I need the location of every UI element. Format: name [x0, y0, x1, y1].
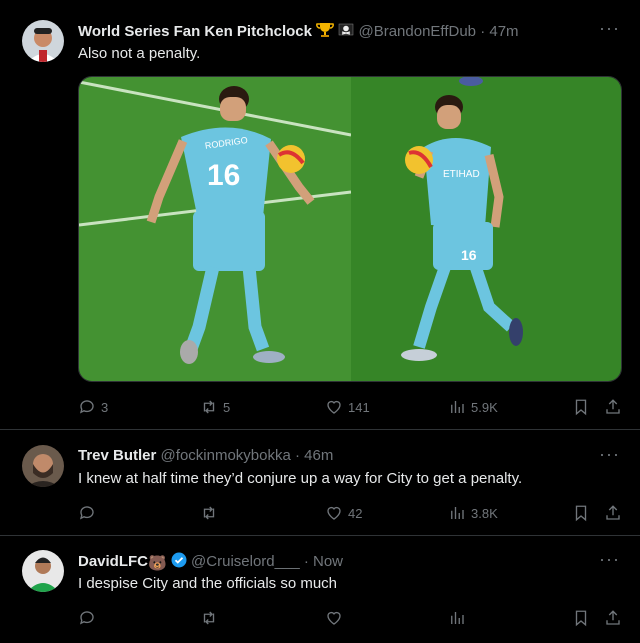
more-options-icon[interactable]: ··· — [599, 444, 620, 465]
views-button[interactable] — [448, 607, 471, 629]
right-shorts-number: 16 — [461, 247, 477, 263]
handle[interactable]: @BrandonEffDub — [358, 23, 476, 40]
views-button[interactable]: 5.9K — [448, 396, 498, 418]
timestamp[interactable]: · 47m — [480, 23, 518, 40]
like-count: 141 — [348, 399, 370, 415]
handle[interactable]: @Cruiselord___ — [191, 553, 300, 570]
tweet-header: World Series Fan Ken Pitchclock @Brandon… — [78, 22, 519, 42]
avatar[interactable] — [22, 445, 64, 487]
views-count: 5.9K — [471, 399, 498, 415]
tweet-header: DavidLFC🐻 @Cruiselord___ · Now — [78, 552, 343, 572]
bookmark-button[interactable] — [572, 502, 595, 524]
display-name[interactable]: DavidLFC — [78, 553, 148, 570]
timestamp[interactable]: · Now — [304, 553, 343, 570]
views-button[interactable]: 3.8K — [448, 502, 498, 524]
views-icon — [451, 401, 464, 413]
reply-icon — [79, 400, 94, 414]
tweet-actions — [78, 607, 626, 629]
views-icon — [451, 507, 464, 519]
like-button[interactable] — [325, 607, 348, 629]
like-button[interactable]: 42 — [325, 502, 362, 524]
reply-icon — [79, 611, 94, 625]
retweet-button[interactable] — [200, 502, 223, 524]
heart-icon — [327, 611, 341, 625]
tweet-text: I despise City and the officials so much — [78, 575, 338, 592]
retweet-icon — [203, 611, 215, 625]
handle[interactable]: @fockinmokybokka — [161, 447, 291, 464]
tweet-2[interactable]: Trev Butler @fockinmokybokka · 46m ··· I… — [0, 430, 640, 536]
tweet-text: I knew at half time they’d conjure up a … — [78, 470, 523, 487]
bookmark-icon — [575, 610, 587, 627]
views-icon — [451, 612, 464, 624]
avatar[interactable] — [22, 20, 64, 62]
tweet-actions: 3 5 141 5.9K — [78, 396, 626, 418]
tweet-3[interactable]: DavidLFC🐻 @Cruiselord___ · Now ··· I des… — [0, 536, 640, 643]
display-name[interactable]: Trev Butler — [78, 447, 156, 464]
heart-icon — [327, 506, 341, 520]
right-jersey-sponsor: ETIHAD — [443, 169, 480, 180]
share-icon — [606, 505, 620, 520]
left-jersey-number: 16 — [207, 159, 240, 192]
more-options-icon[interactable]: ··· — [599, 18, 620, 39]
pirate-flag-icon — [338, 22, 354, 42]
retweet-button[interactable]: 5 — [200, 396, 230, 418]
bookmark-icon — [575, 505, 587, 522]
retweet-icon — [203, 400, 215, 414]
views-count: 3.8K — [471, 505, 498, 521]
display-name[interactable]: World Series Fan Ken Pitchclock — [78, 23, 312, 40]
retweet-count: 5 — [223, 399, 231, 415]
like-button[interactable]: 141 — [325, 396, 370, 418]
tweet-actions: 42 3.8K — [78, 502, 626, 524]
share-button[interactable] — [604, 607, 627, 629]
reply-button[interactable] — [78, 607, 101, 629]
bear-emoji: 🐻 — [148, 555, 167, 572]
reply-button[interactable]: 3 — [78, 396, 108, 418]
share-icon — [606, 399, 620, 414]
like-count: 42 — [348, 505, 363, 521]
tweet-header: Trev Butler @fockinmokybokka · 46m — [78, 447, 333, 464]
tweet-media[interactable]: RODRIGO 16 ETIHAD 16 — [78, 76, 622, 382]
heart-icon — [327, 400, 341, 414]
bookmark-button[interactable] — [572, 396, 595, 418]
more-options-icon[interactable]: ··· — [599, 549, 620, 570]
reply-icon — [79, 506, 94, 520]
trophy-icon — [316, 22, 335, 42]
reply-button[interactable] — [78, 502, 101, 524]
avatar[interactable] — [22, 550, 64, 592]
bookmark-icon — [575, 399, 587, 416]
tweet-1[interactable]: World Series Fan Ken Pitchclock @Brandon… — [0, 0, 640, 430]
retweet-button[interactable] — [200, 607, 223, 629]
share-icon — [606, 610, 620, 625]
retweet-icon — [203, 506, 215, 520]
bookmark-button[interactable] — [572, 607, 595, 629]
timestamp[interactable]: · 46m — [295, 447, 333, 464]
tweet-text: Also not a penalty. — [78, 45, 201, 62]
reply-count: 3 — [101, 399, 109, 415]
verified-badge-icon — [171, 552, 187, 572]
share-button[interactable] — [604, 502, 627, 524]
share-button[interactable] — [604, 396, 627, 418]
